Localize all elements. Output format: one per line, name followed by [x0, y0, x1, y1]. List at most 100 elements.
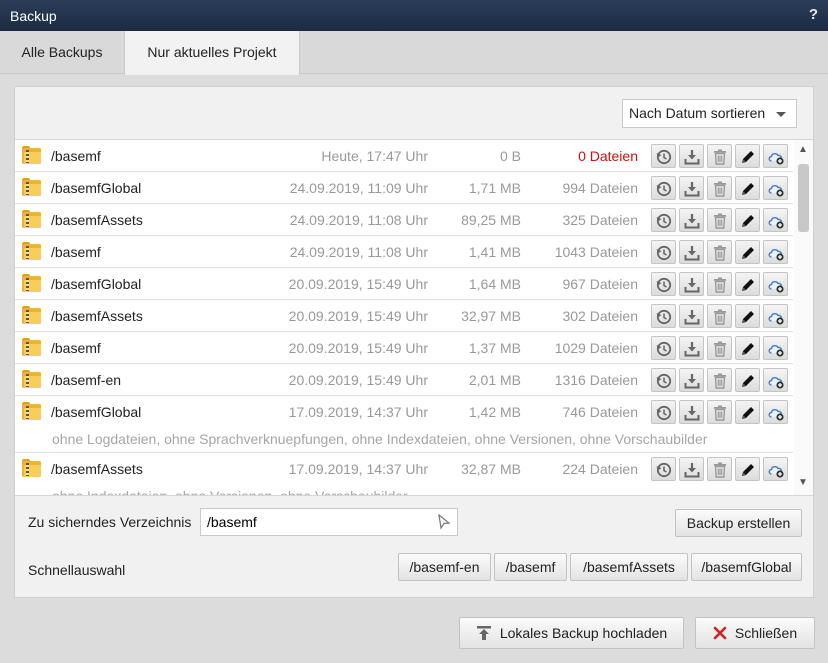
backup-date: Heute, 17:47 Uhr — [321, 148, 428, 164]
scrollbar-thumb[interactable] — [798, 164, 809, 232]
cloud-upload-button[interactable] — [763, 240, 788, 264]
backup-size: 1,42 MB — [468, 404, 521, 420]
cloud-upload-icon — [768, 152, 784, 165]
pencil-button[interactable] — [735, 176, 760, 200]
restore-button[interactable] — [651, 304, 676, 328]
cloud-upload-button[interactable] — [763, 176, 788, 200]
trash-button[interactable] — [707, 240, 732, 264]
trash-button[interactable] — [707, 400, 732, 424]
download-button[interactable] — [679, 240, 704, 264]
download-button[interactable] — [679, 336, 704, 360]
directory-input[interactable] — [200, 508, 458, 536]
backup-row[interactable]: /basemf Heute, 17:47 Uhr 0 B 0 Dateien — [15, 140, 793, 172]
pencil-button[interactable] — [735, 144, 760, 168]
backup-row[interactable]: /basemfAssets 24.09.2019, 11:08 Uhr 89,25 … — [15, 204, 793, 236]
cloud-upload-icon — [768, 184, 784, 197]
backup-name: /basemfAssets — [51, 212, 143, 228]
backup-note: ohne Indexdateien, ohne Versionen, ohne … — [52, 488, 408, 496]
pencil-button[interactable] — [735, 400, 760, 424]
restore-button[interactable] — [651, 400, 676, 424]
cloud-upload-button[interactable] — [763, 336, 788, 360]
cloud-upload-button[interactable] — [763, 208, 788, 232]
pencil-button[interactable] — [735, 272, 760, 296]
zip-folder-icon — [22, 402, 41, 420]
scrollbar[interactable]: ▲ ▼ — [794, 140, 813, 495]
cloud-upload-button[interactable] — [763, 304, 788, 328]
backup-date: 24.09.2019, 11:09 Uhr — [289, 180, 428, 196]
restore-button[interactable] — [651, 144, 676, 168]
download-icon — [684, 150, 700, 165]
download-button[interactable] — [679, 208, 704, 232]
trash-button[interactable] — [707, 176, 732, 200]
pencil-icon — [742, 215, 754, 227]
backup-row[interactable]: /basemfGlobal 24.09.2019, 11:09 Uhr 1,71 M… — [15, 172, 793, 204]
cloud-upload-icon — [768, 248, 784, 261]
restore-button[interactable] — [651, 240, 676, 264]
quick-basemfassets-button[interactable]: /basemfAssets — [570, 553, 688, 581]
cloud-upload-button[interactable] — [763, 272, 788, 296]
cloud-upload-button[interactable] — [763, 144, 788, 168]
chevron-down-icon — [776, 112, 786, 117]
scroll-down-icon[interactable]: ▼ — [798, 477, 808, 488]
zip-folder-icon — [22, 274, 41, 292]
trash-button[interactable] — [707, 272, 732, 296]
zip-folder-icon — [22, 178, 41, 196]
upload-local-backup-button[interactable]: Lokales Backup hochladen — [459, 617, 684, 649]
trash-icon — [714, 309, 726, 325]
trash-button[interactable] — [707, 144, 732, 168]
backup-row[interactable]: /basemf 20.09.2019, 15:49 Uhr 1,37 MB 1029 … — [15, 332, 793, 364]
download-button[interactable] — [679, 304, 704, 328]
trash-button[interactable] — [707, 457, 732, 481]
pencil-button[interactable] — [735, 457, 760, 481]
restore-button[interactable] — [651, 457, 676, 481]
download-button[interactable] — [679, 144, 704, 168]
tab-all-backups[interactable]: Alle Backups — [0, 31, 124, 74]
pencil-icon — [742, 407, 754, 419]
pencil-button[interactable] — [735, 304, 760, 328]
restore-button[interactable] — [651, 368, 676, 392]
backup-name: /basemf-en — [51, 372, 122, 388]
download-button[interactable] — [679, 272, 704, 296]
backup-row[interactable]: /basemfAssets 20.09.2019, 15:49 Uhr 32,97 … — [15, 300, 793, 332]
restore-button[interactable] — [651, 336, 676, 360]
close-button[interactable]: Schließen — [695, 617, 815, 649]
help-icon[interactable]: ? — [809, 6, 818, 23]
quick-basemfglobal-button[interactable]: /basemfGlobal — [691, 553, 802, 581]
backup-file-count: 1316 Dateien — [554, 372, 638, 388]
scroll-up-icon[interactable]: ▲ — [798, 144, 808, 155]
pencil-button[interactable] — [735, 208, 760, 232]
pointer-icon[interactable] — [437, 514, 451, 530]
row-actions — [651, 457, 791, 481]
backup-row[interactable]: /basemfGlobal 17.09.2019, 14:37 Uhr 1,42 M… — [15, 396, 793, 453]
zip-folder-icon — [22, 459, 41, 477]
quick-basemf-en-button[interactable]: /basemf-en — [398, 553, 491, 581]
restore-button[interactable] — [651, 176, 676, 200]
backup-row[interactable]: /basemfGlobal 20.09.2019, 15:49 Uhr 1,64 M… — [15, 268, 793, 300]
trash-button[interactable] — [707, 304, 732, 328]
restore-button[interactable] — [651, 208, 676, 232]
backup-row[interactable]: /basemfAssets 17.09.2019, 14:37 Uhr 32,87 … — [15, 453, 793, 496]
create-backup-button[interactable]: Backup erstellen — [675, 509, 802, 537]
backup-row[interactable]: /basemf 24.09.2019, 11:08 Uhr 1,41 MB 1043 … — [15, 236, 793, 268]
cloud-upload-button[interactable] — [763, 400, 788, 424]
backup-row[interactable]: /basemf-en 20.09.2019, 15:49 Uhr 2,01 MB 13… — [15, 364, 793, 396]
trash-button[interactable] — [707, 336, 732, 360]
restore-icon — [656, 213, 672, 229]
restore-button[interactable] — [651, 272, 676, 296]
trash-button[interactable] — [707, 368, 732, 392]
download-button[interactable] — [679, 400, 704, 424]
quick-basemf-button[interactable]: /basemf — [494, 553, 567, 581]
pencil-icon — [742, 375, 754, 387]
download-button[interactable] — [679, 457, 704, 481]
download-button[interactable] — [679, 368, 704, 392]
pencil-button[interactable] — [735, 368, 760, 392]
sort-select[interactable]: Nach Datum sortieren — [622, 99, 797, 128]
pencil-icon — [742, 279, 754, 291]
pencil-button[interactable] — [735, 240, 760, 264]
tab-current-project[interactable]: Nur aktuelles Projekt — [124, 31, 300, 75]
cloud-upload-button[interactable] — [763, 368, 788, 392]
download-button[interactable] — [679, 176, 704, 200]
cloud-upload-button[interactable] — [763, 457, 788, 481]
pencil-button[interactable] — [735, 336, 760, 360]
trash-button[interactable] — [707, 208, 732, 232]
